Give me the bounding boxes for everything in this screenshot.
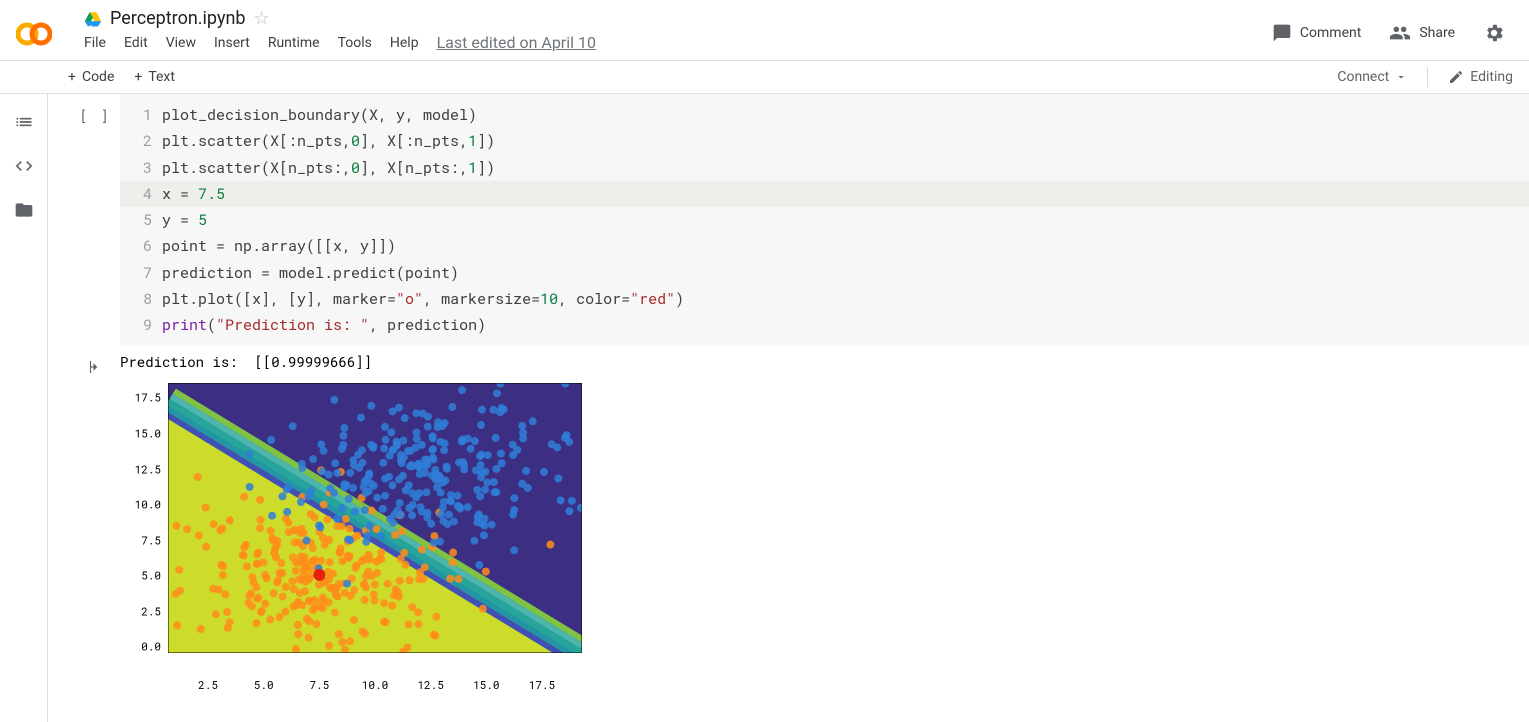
code-line[interactable]: 4x = 7.5: [120, 181, 1529, 207]
people-icon: [1389, 22, 1411, 44]
menu-view[interactable]: View: [166, 35, 196, 51]
menu-runtime[interactable]: Runtime: [268, 35, 320, 51]
side-rail: [0, 94, 48, 722]
colab-logo-icon: [16, 16, 52, 52]
exec-indicator[interactable]: [ ]: [79, 106, 110, 125]
x-tick: 17.5: [529, 677, 555, 692]
output-arrow-icon[interactable]: [86, 358, 104, 376]
pencil-icon: [1448, 69, 1464, 85]
code-snippets-icon[interactable]: [14, 156, 34, 176]
menu-tools[interactable]: Tools: [338, 35, 372, 51]
menu-file[interactable]: File: [84, 35, 106, 51]
share-button[interactable]: Share: [1389, 22, 1455, 44]
add-code-button[interactable]: + Code: [68, 69, 114, 85]
code-line[interactable]: 6point = np.array([[x, y]]): [120, 233, 1529, 259]
y-tick: 17.5: [135, 390, 161, 405]
editing-button[interactable]: Editing: [1448, 69, 1513, 85]
text-label: Text: [148, 69, 175, 85]
x-tick: 10.0: [362, 677, 388, 692]
comment-button[interactable]: Comment: [1272, 23, 1361, 43]
drive-icon: [84, 10, 102, 28]
y-tick: 2.5: [141, 603, 161, 618]
x-tick: 2.5: [198, 677, 218, 692]
y-tick: 10.0: [135, 497, 161, 512]
plot-canvas: [168, 383, 582, 653]
code-editor[interactable]: 1plot_decision_boundary(X, y, model)2plt…: [120, 94, 1529, 346]
toc-icon[interactable]: [14, 112, 34, 132]
cell-output: Prediction is: [[0.99999666]] 0.0 2.5 5.0 7…: [70, 352, 1529, 675]
y-tick: 12.5: [135, 461, 161, 476]
toolbar: + Code + Text Connect Editing: [0, 61, 1529, 94]
notebook-title[interactable]: Perceptron.ipynb: [110, 8, 246, 29]
comment-icon: [1272, 23, 1292, 43]
y-tick: 5.0: [141, 568, 161, 583]
code-line[interactable]: 9print("Prediction is: ", prediction): [120, 312, 1529, 338]
output-text: Prediction is: [[0.99999666]]: [120, 352, 1529, 371]
code-line[interactable]: 5y = 5: [120, 207, 1529, 233]
add-text-button[interactable]: + Text: [134, 69, 175, 85]
divider: [1427, 67, 1428, 87]
y-tick: 7.5: [141, 532, 161, 547]
connect-label: Connect: [1337, 69, 1389, 85]
logo-column: [16, 8, 84, 52]
x-tick: 7.5: [309, 677, 329, 692]
code-cell[interactable]: [ ] 1plot_decision_boundary(X, y, model)…: [70, 94, 1529, 346]
cell-gutter: [ ]: [70, 94, 120, 346]
main-panel: [ ] 1plot_decision_boundary(X, y, model)…: [48, 94, 1529, 722]
title-row: Perceptron.ipynb ☆: [84, 8, 1272, 29]
menu-bar: File Edit View Insert Runtime Tools Help…: [84, 33, 1272, 60]
plus-icon: +: [68, 69, 76, 85]
files-icon[interactable]: [14, 200, 34, 220]
code-line[interactable]: 2plt.scatter(X[:n_pts,0], X[:n_pts,1]): [120, 128, 1529, 154]
last-edited-link[interactable]: Last edited on April 10: [437, 33, 596, 52]
x-tick: 5.0: [254, 677, 274, 692]
header: Perceptron.ipynb ☆ File Edit View Insert…: [0, 0, 1529, 61]
code-line[interactable]: 3plt.scatter(X[n_pts:,0], X[n_pts:,1]): [120, 155, 1529, 181]
x-tick: 12.5: [417, 677, 443, 692]
menu-edit[interactable]: Edit: [124, 35, 148, 51]
menu-help[interactable]: Help: [390, 35, 419, 51]
plus-icon: +: [134, 69, 142, 85]
code-label: Code: [82, 69, 114, 85]
comment-label: Comment: [1300, 25, 1361, 41]
connect-button[interactable]: Connect: [1337, 69, 1407, 85]
code-line[interactable]: 8plt.plot([x], [y], marker="o", markersi…: [120, 286, 1529, 312]
y-tick: 15.0: [135, 425, 161, 440]
share-label: Share: [1419, 25, 1455, 41]
x-tick: 15.0: [473, 677, 499, 692]
chevron-down-icon: [1395, 71, 1407, 83]
gear-icon[interactable]: [1483, 22, 1505, 44]
code-line[interactable]: 7prediction = model.predict(point): [120, 260, 1529, 286]
output-plot: 0.02.55.07.510.012.515.017.5 2.55.07.510…: [120, 377, 590, 675]
editing-label: Editing: [1470, 69, 1513, 85]
y-tick: 0.0: [141, 639, 161, 654]
star-icon[interactable]: ☆: [254, 8, 270, 29]
menu-insert[interactable]: Insert: [214, 35, 250, 51]
code-line[interactable]: 1plot_decision_boundary(X, y, model): [120, 102, 1529, 128]
